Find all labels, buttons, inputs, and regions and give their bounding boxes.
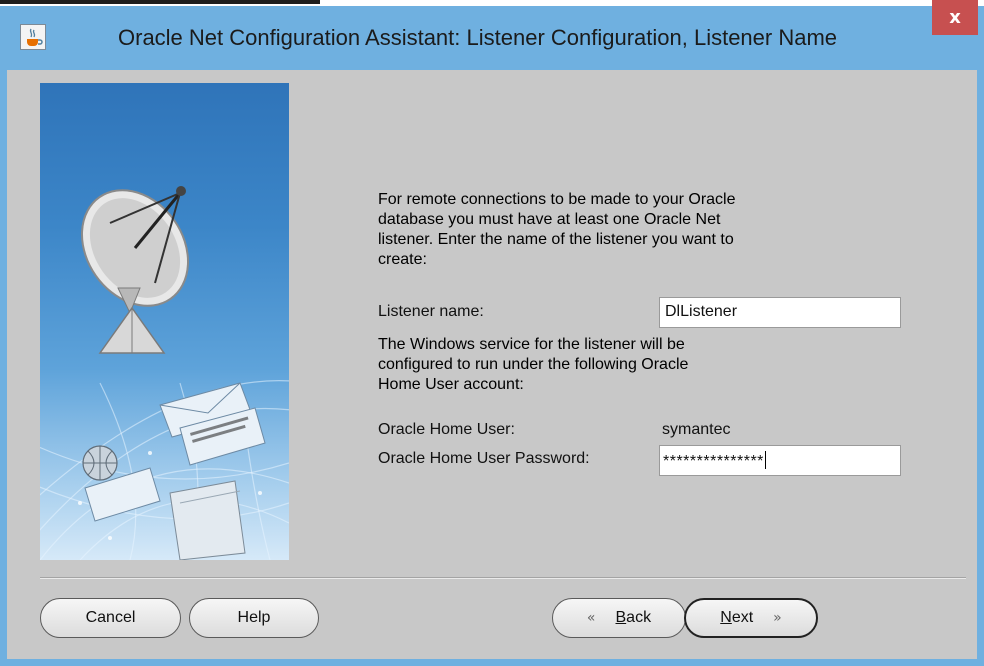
service-line: Home User account: — [378, 376, 524, 393]
satellite-dish-icon — [80, 186, 190, 354]
java-cup-icon — [20, 24, 46, 50]
next-arrow-icon: » — [773, 610, 782, 626]
back-mnemonic: B — [615, 609, 627, 626]
listener-name-label: Listener name: — [378, 303, 484, 320]
globe-icon — [82, 445, 118, 481]
back-button[interactable]: « Back — [552, 598, 686, 638]
dialog-window: Oracle Net Configuration Assistant: List… — [0, 0, 984, 666]
intro-paragraph: For remote connections to be made to you… — [378, 190, 848, 270]
help-button[interactable]: Help — [189, 598, 319, 638]
text-caret — [764, 451, 766, 469]
service-line: The Windows service for the listener wil… — [378, 336, 685, 353]
taskbar-edge — [0, 0, 320, 4]
home-user-label: Oracle Home User: — [378, 421, 515, 438]
separator — [40, 577, 966, 579]
service-paragraph: The Windows service for the listener wil… — [378, 335, 848, 395]
cancel-button[interactable]: Cancel — [40, 598, 181, 638]
intro-line: create: — [378, 251, 427, 268]
help-label: Help — [237, 609, 271, 626]
folder-icon — [169, 480, 246, 560]
service-line: configured to run under the following Or… — [378, 356, 689, 373]
window-title: Oracle Net Configuration Assistant: List… — [118, 25, 838, 50]
next-label: ext — [731, 609, 754, 626]
cancel-label: Cancel — [85, 609, 136, 626]
dialog-body: For remote connections to be made to you… — [7, 70, 977, 659]
listener-name-value: DlListener — [665, 303, 738, 320]
password-input[interactable]: *************** — [659, 445, 901, 476]
next-mnemonic: N — [720, 609, 732, 626]
listener-name-input[interactable]: DlListener — [659, 297, 901, 328]
next-button[interactable]: Next » — [684, 598, 818, 638]
close-button[interactable]: x — [932, 0, 978, 35]
home-user-value: symantec — [662, 421, 731, 438]
intro-line: For remote connections to be made to you… — [378, 191, 736, 208]
title-bar[interactable]: Oracle Net Configuration Assistant: List… — [0, 6, 984, 70]
password-value: *************** — [663, 453, 764, 470]
satellite-dish-illustration — [40, 83, 289, 560]
back-label: ack — [626, 609, 652, 626]
back-arrow-icon: « — [586, 610, 596, 626]
password-label: Oracle Home User Password: — [378, 450, 590, 467]
intro-line: listener. Enter the name of the listener… — [378, 231, 734, 248]
intro-line: database you must have at least one Orac… — [378, 211, 721, 228]
